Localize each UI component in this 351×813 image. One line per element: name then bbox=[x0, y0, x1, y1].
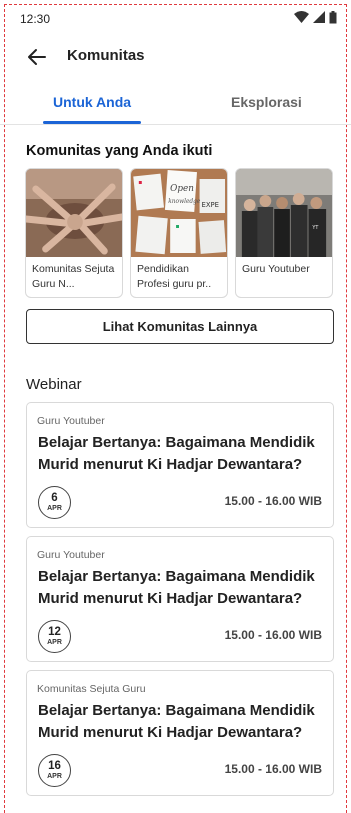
svg-text:knowledge: knowledge bbox=[168, 198, 201, 205]
webinar-title: Belajar Bertanya: Bagaimana Mendidik Mur… bbox=[38, 568, 315, 607]
webinar-card[interactable]: Guru Youtuber Belajar Bertanya: Bagaiman… bbox=[26, 536, 334, 662]
webinar-organizer: Guru Youtuber bbox=[37, 415, 105, 427]
webinar-day: 16 bbox=[48, 760, 61, 772]
webinar-day: 12 bbox=[48, 626, 61, 638]
community-card[interactable]: YT Guru Youtuber bbox=[235, 168, 333, 298]
svg-text:EXPE: EXPE bbox=[202, 201, 219, 209]
status-icons bbox=[294, 10, 337, 24]
wifi-icon bbox=[294, 11, 309, 23]
webinar-card[interactable]: Komunitas Sejuta Guru Belajar Bertanya: … bbox=[26, 670, 334, 796]
svg-text:YT: YT bbox=[311, 225, 319, 231]
followed-communities-heading: Komunitas yang Anda ikuti bbox=[26, 143, 213, 159]
webinar-date-badge: 12 APR bbox=[38, 620, 71, 653]
app-bar: Komunitas bbox=[0, 36, 351, 78]
back-arrow-icon[interactable] bbox=[26, 46, 48, 68]
tab-bar: Untuk Anda Eksplorasi bbox=[0, 82, 351, 125]
community-thumbnail: Open knowledge EXPE bbox=[131, 169, 227, 257]
community-card[interactable]: Open knowledge EXPE Pendidikan Profesi g… bbox=[130, 168, 228, 298]
webinar-date-badge: 16 APR bbox=[38, 754, 71, 787]
webinar-title: Belajar Bertanya: Bagaimana Mendidik Mur… bbox=[38, 434, 315, 473]
webinar-month: APR bbox=[47, 639, 62, 646]
tab-active-indicator bbox=[43, 121, 141, 124]
svg-text:Open: Open bbox=[170, 184, 194, 194]
webinar-month: APR bbox=[47, 773, 62, 780]
signal-icon bbox=[313, 11, 325, 23]
webinar-time: 15.00 - 16.00 WIB bbox=[224, 628, 322, 642]
status-bar: 12:30 bbox=[0, 0, 351, 36]
page-title: Komunitas bbox=[67, 47, 145, 64]
status-time: 12:30 bbox=[20, 12, 51, 26]
webinar-time: 15.00 - 16.00 WIB bbox=[224, 494, 322, 508]
followed-communities-list: Komunitas Sejuta Guru N... Open knowledg… bbox=[25, 168, 335, 298]
community-thumbnail bbox=[26, 169, 122, 257]
webinar-organizer: Komunitas Sejuta Guru bbox=[37, 683, 146, 695]
tab-untuk-anda[interactable]: Untuk Anda bbox=[53, 94, 131, 110]
community-card[interactable]: Komunitas Sejuta Guru N... bbox=[25, 168, 123, 298]
battery-icon bbox=[329, 10, 337, 23]
community-name: Guru Youtuber bbox=[242, 263, 310, 275]
tab-eksplorasi[interactable]: Eksplorasi bbox=[231, 94, 302, 110]
webinar-card[interactable]: Guru Youtuber Belajar Bertanya: Bagaiman… bbox=[26, 402, 334, 528]
webinar-organizer: Guru Youtuber bbox=[37, 549, 105, 561]
community-name: Pendidikan Profesi guru pr.. bbox=[137, 263, 212, 290]
webinar-date-badge: 6 APR bbox=[38, 486, 71, 519]
see-more-communities-button[interactable]: Lihat Komunitas Lainnya bbox=[26, 309, 334, 344]
community-name: Komunitas Sejuta Guru N... bbox=[32, 263, 115, 290]
webinar-heading: Webinar bbox=[26, 376, 82, 393]
community-thumbnail: YT bbox=[236, 169, 332, 257]
webinar-time: 15.00 - 16.00 WIB bbox=[224, 762, 322, 776]
webinar-title: Belajar Bertanya: Bagaimana Mendidik Mur… bbox=[38, 702, 315, 741]
webinar-day: 6 bbox=[51, 492, 58, 504]
webinar-month: APR bbox=[47, 505, 62, 512]
